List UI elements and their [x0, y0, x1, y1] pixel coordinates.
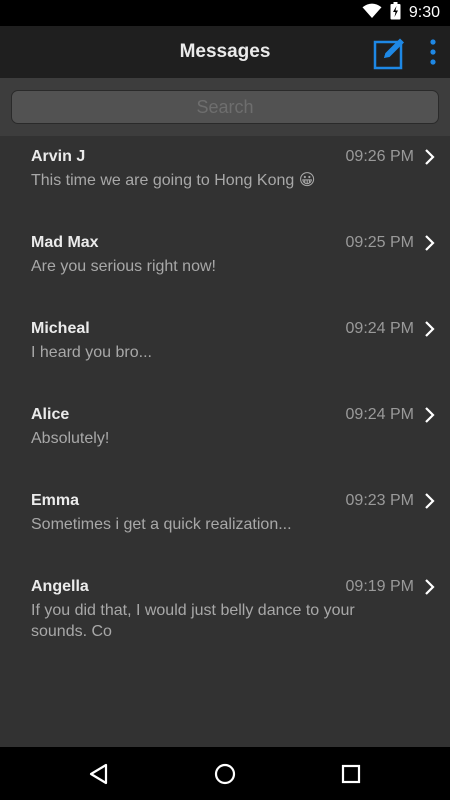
contact-name: Angella: [31, 578, 89, 595]
message-preview: I heard you bro...: [31, 344, 152, 361]
contact-name: Emma: [31, 492, 80, 509]
system-nav-bar: [0, 747, 450, 800]
message-time: 09:24 PM: [345, 320, 414, 337]
more-options-button[interactable]: [424, 38, 442, 66]
compose-icon: [373, 38, 404, 70]
search-bar: [0, 78, 450, 136]
conversation-list: Arvin J 09:26 PM This time we are going …: [0, 136, 450, 652]
recents-button[interactable]: [338, 761, 364, 787]
conversation-row[interactable]: Alice 09:24 PM Absolutely!: [0, 394, 450, 480]
search-input[interactable]: [11, 90, 439, 124]
battery-charging-icon: [390, 1, 401, 25]
chevron-right-icon: [425, 407, 435, 423]
conversation-row[interactable]: Mad Max 09:25 PM Are you serious right n…: [0, 222, 450, 308]
back-button[interactable]: [86, 761, 112, 787]
messages-screen: 9:30 Messages Arvin J 09:26 PM: [0, 0, 450, 800]
chevron-right-icon: [425, 493, 435, 509]
back-icon: [89, 763, 108, 785]
contact-name: Micheal: [31, 320, 90, 337]
message-time: 09:23 PM: [345, 492, 414, 509]
home-icon: [214, 763, 236, 785]
app-bar: Messages: [0, 26, 450, 78]
conversation-row[interactable]: Angella 09:19 PM If you did that, I woul…: [0, 566, 450, 652]
message-preview: If you did that, I would just belly danc…: [31, 602, 355, 640]
chevron-right-icon: [425, 235, 435, 251]
status-time: 9:30: [408, 4, 440, 21]
chevron-right-icon: [425, 579, 435, 595]
status-bar: 9:30: [0, 0, 450, 26]
message-time: 09:19 PM: [345, 578, 414, 595]
compose-button[interactable]: [372, 36, 406, 70]
contact-name: Mad Max: [31, 234, 99, 251]
recents-icon: [341, 764, 361, 784]
contact-name: Alice: [31, 406, 70, 423]
conversation-row[interactable]: Micheal 09:24 PM I heard you bro...: [0, 308, 450, 394]
page-title: Messages: [179, 41, 271, 62]
message-time: 09:24 PM: [345, 406, 414, 423]
message-preview: This time we are going to Hong Kong 😀: [31, 172, 316, 189]
message-time: 09:25 PM: [345, 234, 414, 251]
conversation-row[interactable]: Emma 09:23 PM Sometimes i get a quick re…: [0, 480, 450, 566]
chevron-right-icon: [425, 149, 435, 165]
message-preview: Absolutely!: [31, 430, 110, 447]
home-button[interactable]: [212, 761, 238, 787]
contact-name: Arvin J: [31, 148, 86, 165]
message-preview: Are you serious right now!: [31, 258, 216, 275]
message-time: 09:26 PM: [345, 148, 414, 165]
conversation-row[interactable]: Arvin J 09:26 PM This time we are going …: [0, 136, 450, 222]
chevron-right-icon: [425, 321, 435, 337]
message-preview: Sometimes i get a quick realization...: [31, 516, 292, 533]
wifi-icon: [362, 3, 382, 24]
more-vertical-icon: [430, 39, 436, 65]
